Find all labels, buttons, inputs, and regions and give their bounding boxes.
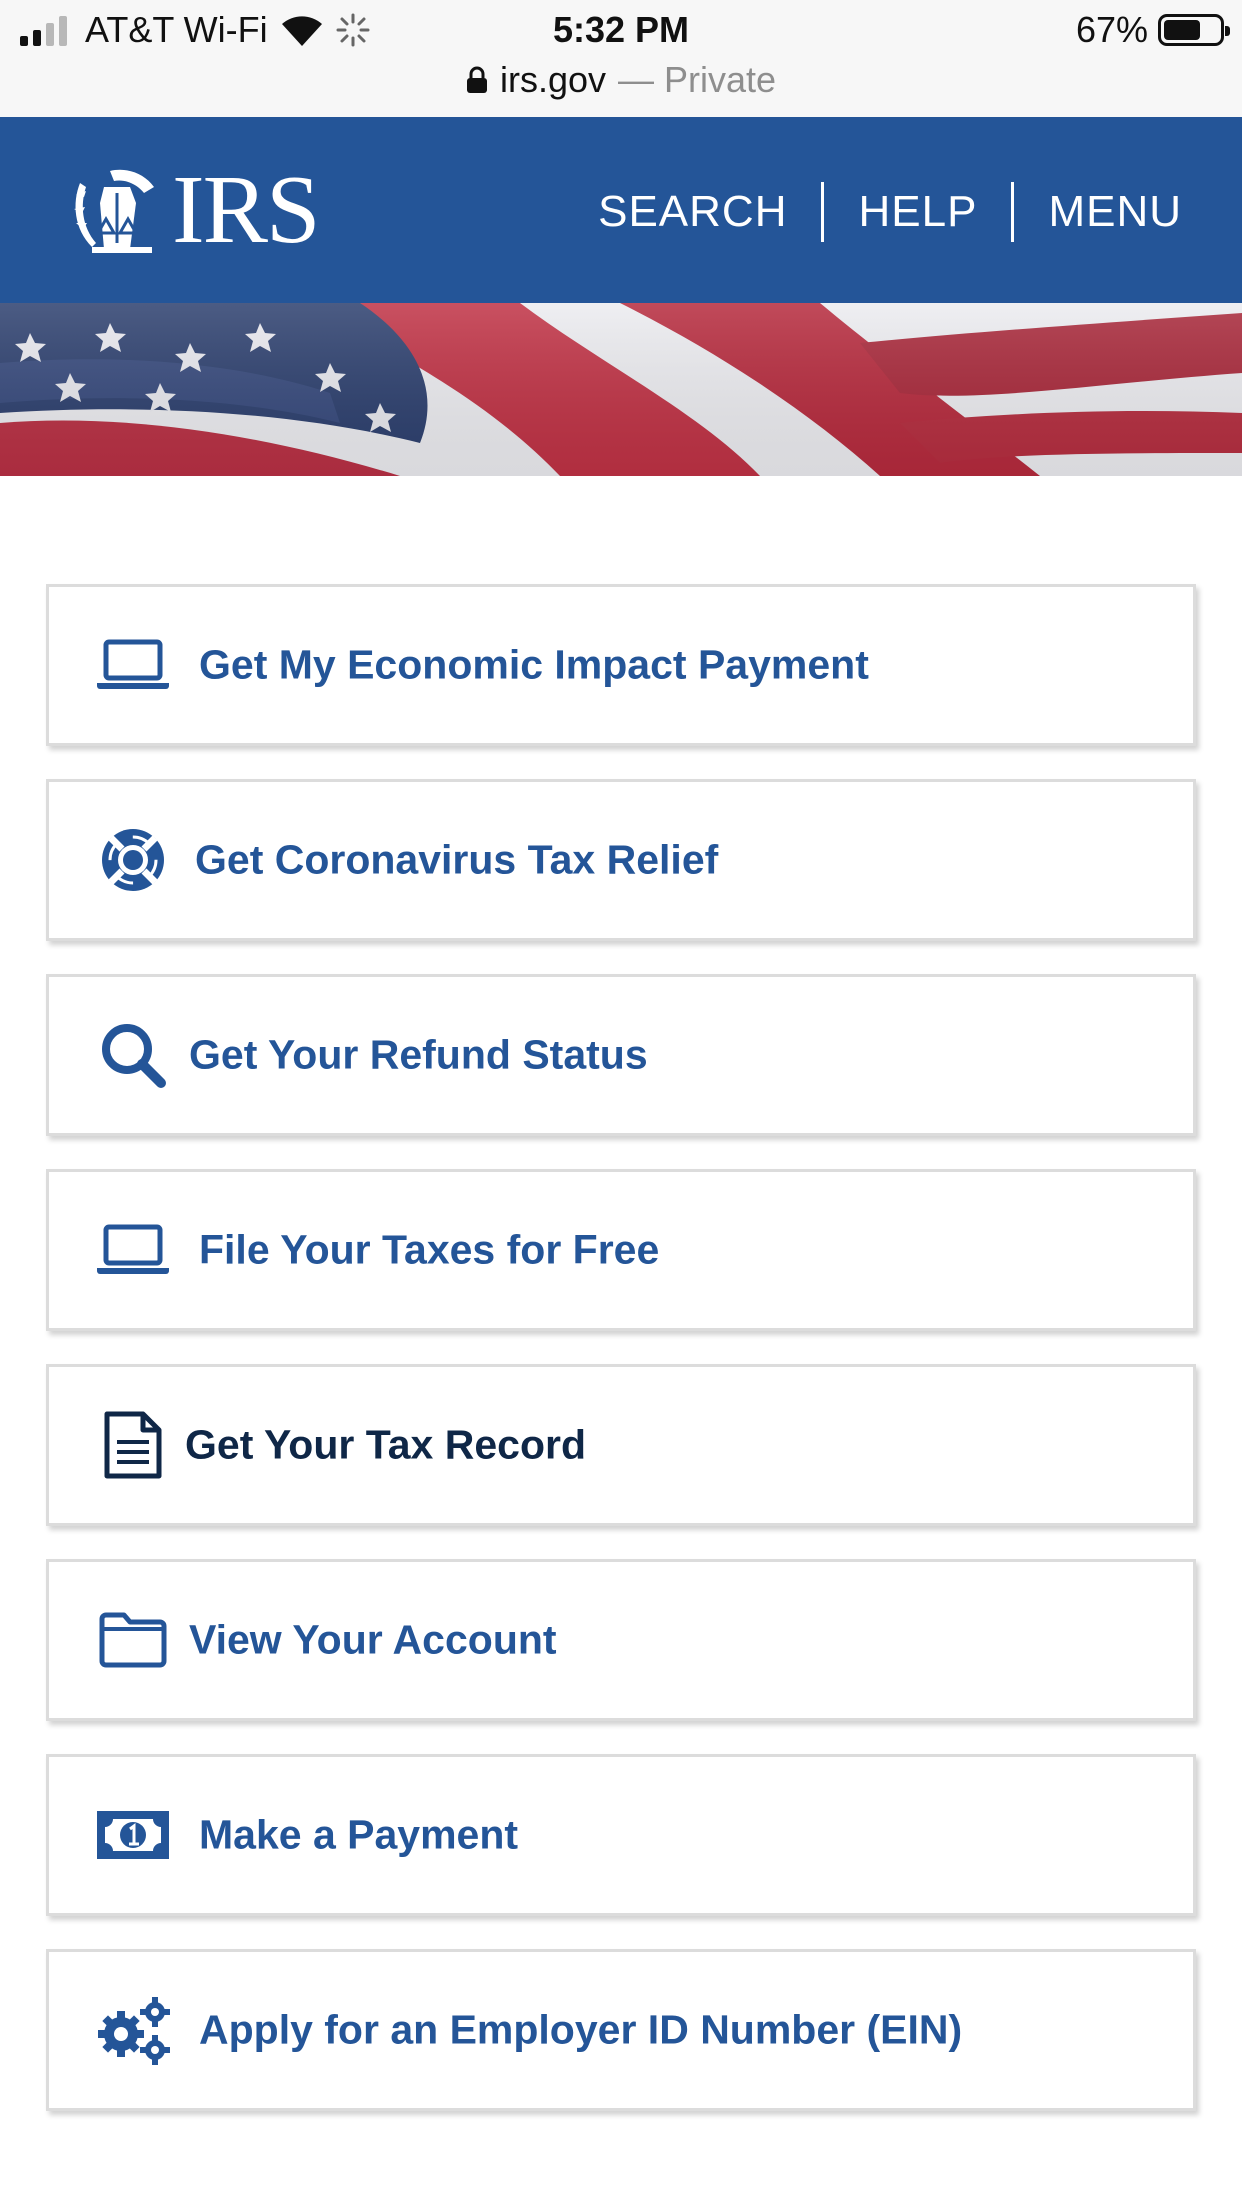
flag-banner-image xyxy=(0,303,1242,476)
lifebuoy-icon xyxy=(95,822,171,898)
status-bar: AT&T Wi-Fi 5:32 PM 67% irs.gov — Private xyxy=(0,0,1242,117)
laptop-icon xyxy=(95,1212,171,1288)
document-icon xyxy=(95,1407,171,1483)
gears-icon xyxy=(95,1992,171,2068)
action-file-taxes-free[interactable]: File Your Taxes for Free xyxy=(46,1169,1196,1331)
lock-icon xyxy=(466,66,487,93)
battery-icon xyxy=(1158,14,1230,46)
status-time: 5:32 PM xyxy=(552,9,690,50)
nav-menu[interactable]: MENU xyxy=(1014,182,1182,242)
action-make-payment[interactable]: Make a Payment xyxy=(46,1754,1196,1916)
action-coronavirus-tax-relief[interactable]: Get Coronavirus Tax Relief xyxy=(46,779,1196,941)
irs-logo[interactable]: IRS xyxy=(70,156,321,264)
action-label: File Your Taxes for Free xyxy=(199,1226,660,1273)
folder-icon xyxy=(95,1602,171,1678)
laptop-icon xyxy=(95,627,171,703)
action-label: View Your Account xyxy=(189,1616,557,1663)
url-bar[interactable]: irs.gov — Private xyxy=(0,58,1242,102)
site-header: IRS SEARCH HELP MENU xyxy=(0,117,1242,303)
status-right: 67% xyxy=(1075,8,1230,52)
action-refund-status[interactable]: Get Your Refund Status xyxy=(46,974,1196,1136)
action-label: Get Your Tax Record xyxy=(185,1421,586,1468)
battery-percent: 67% xyxy=(1075,9,1148,50)
action-apply-ein[interactable]: Apply for an Employer ID Number (EIN) xyxy=(46,1949,1196,2111)
action-label: Apply for an Employer ID Number (EIN) xyxy=(199,2006,963,2053)
dollar-bill-icon xyxy=(95,1797,171,1873)
quick-actions-list: Get My Economic Impact Payment Get Coron… xyxy=(46,584,1196,2144)
action-tax-record[interactable]: Get Your Tax Record xyxy=(46,1364,1196,1526)
action-view-account[interactable]: View Your Account xyxy=(46,1559,1196,1721)
logo-text: IRS xyxy=(172,156,321,264)
battery-fill xyxy=(1164,20,1201,40)
eagle-seal-icon xyxy=(74,169,154,253)
action-label: Get Your Refund Status xyxy=(189,1031,648,1078)
action-economic-impact-payment[interactable]: Get My Economic Impact Payment xyxy=(46,584,1196,746)
nav-search[interactable]: SEARCH xyxy=(564,182,821,242)
url-domain: irs.gov xyxy=(499,59,606,100)
nav-help[interactable]: HELP xyxy=(824,182,1011,242)
action-label: Get My Economic Impact Payment xyxy=(199,641,869,688)
action-label: Make a Payment xyxy=(199,1811,519,1858)
action-label: Get Coronavirus Tax Relief xyxy=(195,836,719,883)
search-icon xyxy=(95,1017,171,1093)
header-nav: SEARCH HELP MENU xyxy=(564,182,1182,242)
private-mode-label: — Private xyxy=(617,59,777,100)
